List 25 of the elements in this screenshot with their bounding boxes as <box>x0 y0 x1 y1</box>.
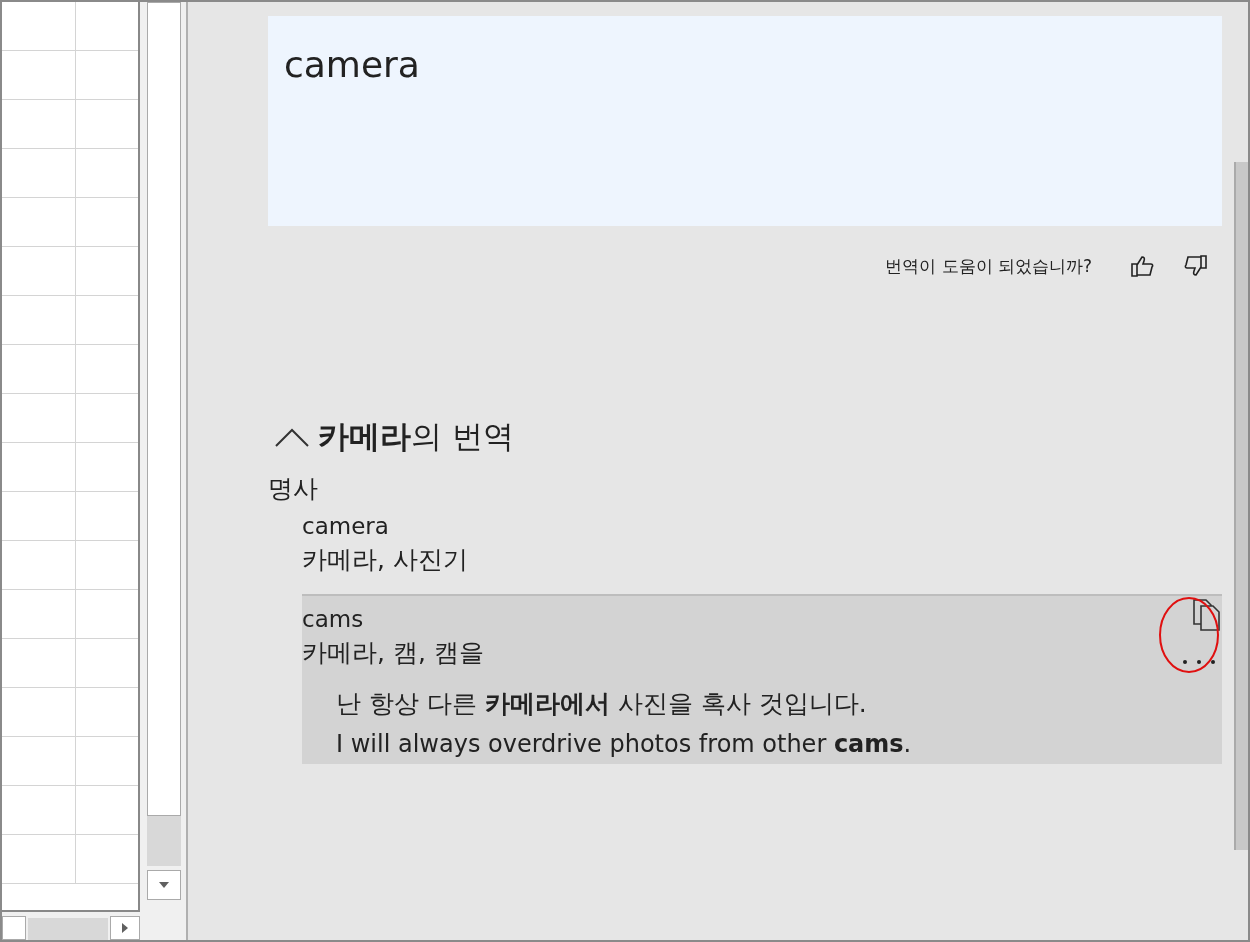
scrollbar-thumb[interactable] <box>147 2 181 816</box>
scroll-right-button[interactable] <box>110 916 140 940</box>
entry-translations: 카메라, 캠, 캠을 <box>302 637 484 669</box>
part-of-speech: 명사 <box>268 473 319 505</box>
thumbs-up-icon[interactable] <box>1130 254 1156 278</box>
chevron-up-icon[interactable] <box>274 426 310 448</box>
entry-term: camera <box>302 513 390 539</box>
selected-entry[interactable]: cams 카메라, 캠, 캠을 난 항상 다른 카메라에서 사진을 혹사 것입니다. I will always overdrive photos from other cams. <box>302 594 1222 764</box>
feedback-question: 번역이 도움이 되었습니까? <box>885 254 1092 278</box>
entry-term: cams <box>302 606 365 632</box>
more-icon[interactable] <box>1182 659 1216 665</box>
scrollbar-track[interactable] <box>28 918 108 940</box>
example-korean: 난 항상 다른 카메라에서 사진을 혹사 것입니다. <box>336 688 868 720</box>
dictionary-heading: 카메라의 번역 <box>318 417 514 456</box>
example-english: I will always overdrive photos from other cams. <box>336 730 913 758</box>
vertical-scrollbar[interactable] <box>1234 162 1248 850</box>
dictionary-entry[interactable]: camera 카메라, 사진기 <box>302 509 1222 582</box>
scroll-down-button[interactable] <box>147 870 181 900</box>
scrollbar-thumb[interactable] <box>2 916 26 940</box>
copy-icon[interactable] <box>1192 598 1222 632</box>
caret-down-icon <box>158 881 170 889</box>
translation-output: camera <box>268 16 1222 226</box>
entry-translations: 카메라, 사진기 <box>302 544 468 576</box>
caret-right-icon <box>121 922 129 934</box>
thumbs-down-icon[interactable] <box>1182 254 1208 278</box>
